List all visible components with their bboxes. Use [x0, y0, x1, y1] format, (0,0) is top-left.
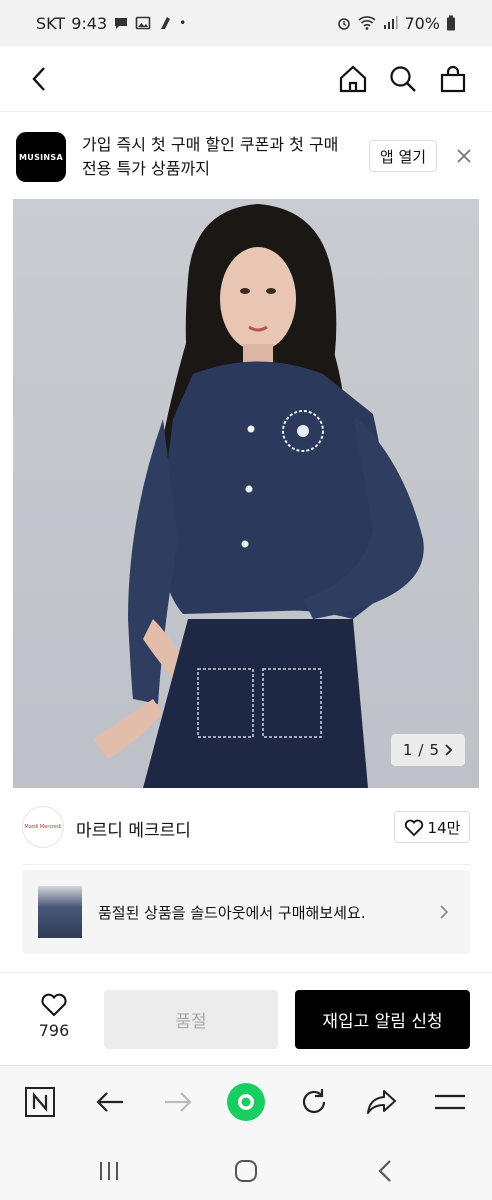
browser-back-button[interactable]: [90, 1082, 130, 1122]
browser-forward-button[interactable]: [158, 1082, 198, 1122]
recent-apps-button[interactable]: [94, 1156, 124, 1186]
battery-percent: 70%: [404, 13, 440, 33]
image-counter-total: 5: [429, 741, 439, 759]
refresh-button[interactable]: [294, 1082, 334, 1122]
back-button[interactable]: [24, 64, 54, 94]
notification-dot: •: [179, 16, 187, 30]
image-icon: [135, 16, 151, 30]
brand-logo[interactable]: Mardi Mercredi: [22, 806, 64, 848]
recent-apps-icon: [100, 1162, 118, 1180]
page-header: [0, 46, 492, 112]
banner-close-button[interactable]: [454, 146, 474, 166]
menu-icon: [435, 1094, 465, 1110]
brand-name[interactable]: 마르디 메크르디: [76, 816, 191, 841]
soldout-thumbnail: [38, 886, 82, 938]
chevron-right-icon: [440, 905, 449, 919]
soldout-button: 품절: [104, 990, 278, 1049]
back-arrow-icon: [96, 1092, 123, 1112]
app-install-banner: MUSINSA 가입 즉시 첫 구매 할인 쿠폰과 첫 구매 전용 특가 상품까…: [0, 113, 492, 199]
soldout-promo-card[interactable]: 품절된 상품을 솔드아웃에서 구매해보세요.: [22, 870, 470, 954]
product-photo: [93, 204, 424, 788]
image-counter[interactable]: 1 / 5: [390, 734, 465, 766]
signal-icon: [384, 16, 398, 29]
green-dot-icon: [227, 1083, 265, 1121]
soldout-message: 품절된 상품을 솔드아웃에서 구매해보세요.: [98, 904, 366, 922]
banner-message: 가입 즉시 첫 구매 할인 쿠폰과 첫 구매 전용 특가 상품까지: [82, 135, 339, 178]
status-bar: SKT 9:43 • 70%: [0, 0, 492, 46]
heart-icon: [404, 819, 423, 836]
naver-button[interactable]: [20, 1082, 60, 1122]
forward-arrow-icon: [165, 1092, 192, 1112]
browser-home-button[interactable]: [226, 1082, 266, 1122]
brand-like-button[interactable]: 14만: [394, 811, 470, 843]
search-button[interactable]: [386, 62, 420, 96]
system-navigation-bar: [0, 1140, 492, 1200]
chat-bubble-icon: [115, 18, 128, 29]
brand-like-count: 14만: [427, 818, 461, 837]
home-button[interactable]: [336, 62, 370, 96]
system-home-button[interactable]: [231, 1156, 261, 1186]
browser-menu-button[interactable]: [430, 1082, 470, 1122]
back-chevron-icon: [378, 1160, 391, 1182]
image-counter-current: 1: [402, 741, 413, 759]
naver-icon: [25, 1087, 55, 1117]
musinsa-logo: MUSINSA: [16, 132, 66, 182]
home-circle-icon: [235, 1160, 257, 1182]
wifi-icon: [358, 16, 376, 30]
wish-count: 796: [38, 1021, 70, 1040]
carrier-label: SKT: [36, 13, 66, 33]
battery-icon: [447, 15, 455, 31]
purchase-action-bar: 796 품절 재입고 알림 신청: [0, 973, 492, 1065]
search-icon: [390, 66, 416, 92]
chevron-right-icon: [445, 744, 453, 756]
app-icon: [161, 17, 171, 29]
refresh-icon: [302, 1089, 326, 1114]
close-icon: [457, 149, 471, 163]
open-app-button[interactable]: 앱 열기: [369, 140, 437, 172]
heart-icon: [41, 993, 67, 1017]
wish-button[interactable]: 796: [30, 991, 78, 1047]
clock: 9:43: [71, 13, 108, 33]
cart-button[interactable]: [436, 62, 470, 96]
product-image-carousel[interactable]: 1 / 5: [13, 199, 479, 788]
image-counter-separator: /: [418, 741, 424, 759]
share-icon: [367, 1090, 396, 1114]
restock-alert-button[interactable]: 재입고 알림 신청: [295, 990, 470, 1049]
shopping-bag-icon: [440, 65, 466, 93]
share-button[interactable]: [362, 1082, 402, 1122]
divider: [22, 864, 470, 865]
system-back-button[interactable]: [370, 1156, 400, 1186]
home-icon: [339, 65, 367, 93]
brand-row: Mardi Mercredi 마르디 메크르디 14만: [0, 796, 492, 860]
alarm-icon: [338, 18, 351, 30]
browser-toolbar: [0, 1065, 492, 1140]
chevron-left-icon: [32, 67, 45, 91]
